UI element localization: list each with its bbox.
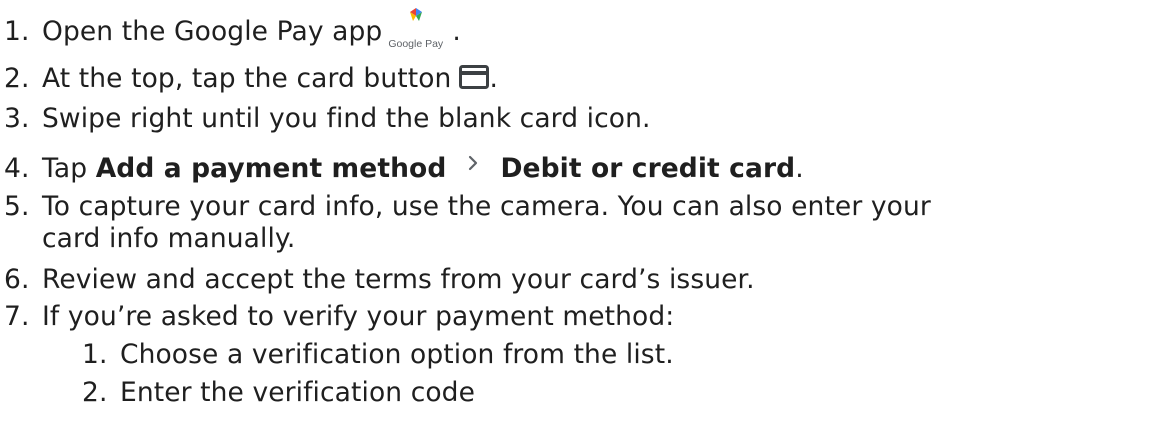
step-7: 7. If you’re asked to verify your payment… (0, 300, 674, 334)
step-text: If you’re asked to verify your payment m… (42, 301, 675, 332)
step-number: 1. (4, 16, 30, 47)
step-4: 4. Tap Add a payment method Debit or cred… (0, 152, 804, 186)
step-text: At the top, tap the card button (42, 63, 452, 94)
step-text: card info manually. (42, 223, 296, 254)
step-text: To capture your card info, use the camer… (42, 191, 931, 222)
google-pay-logo-icon: Google Pay (388, 8, 452, 50)
step-number: 5. (4, 191, 30, 222)
step-5-continued: card info manually. (0, 222, 295, 256)
substep-text: Enter the verification code (120, 377, 476, 408)
step-2: 2. At the top, tap the card button . (0, 62, 498, 96)
credit-card-icon (459, 65, 490, 89)
add-payment-method-label: Add a payment method (95, 153, 447, 184)
step-punctuation: . (489, 63, 498, 94)
step-5: 5. To capture your card info, use the cam… (0, 190, 931, 224)
step-number: 7. (4, 301, 30, 332)
step-number: 3. (4, 103, 30, 134)
google-pay-mark-icon (410, 8, 423, 21)
google-pay-wordmark: Google Pay (388, 38, 444, 50)
step-3: 3. Swipe right until you find the blank c… (0, 102, 651, 136)
substep-number: 2. (82, 377, 108, 408)
step-number: 2. (4, 63, 30, 94)
substep-1: 1. Choose a verification option from the … (0, 338, 674, 372)
debit-or-credit-card-label: Debit or credit card (500, 153, 796, 184)
step-punctuation: . (452, 16, 461, 47)
step-text: Tap (42, 153, 88, 184)
step-punctuation: . (795, 153, 804, 184)
chevron-right-icon (469, 155, 478, 171)
step-1: 1. Open the Google Pay app Google Pay . (0, 8, 461, 50)
step-text: Review and accept the terms from your ca… (42, 264, 755, 295)
substep-number: 1. (82, 339, 108, 370)
step-text: Open the Google Pay app (42, 16, 383, 47)
step-6: 6. Review and accept the terms from your … (0, 263, 755, 297)
substep-2: 2. Enter the verification code (0, 376, 475, 410)
step-number: 6. (4, 264, 30, 295)
step-text: Swipe right until you find the blank car… (42, 103, 651, 134)
instructions-page: 1. Open the Google Pay app Google Pay . 2… (0, 0, 1156, 439)
step-number: 4. (4, 153, 30, 184)
substep-text: Choose a verification option from the li… (120, 339, 674, 370)
